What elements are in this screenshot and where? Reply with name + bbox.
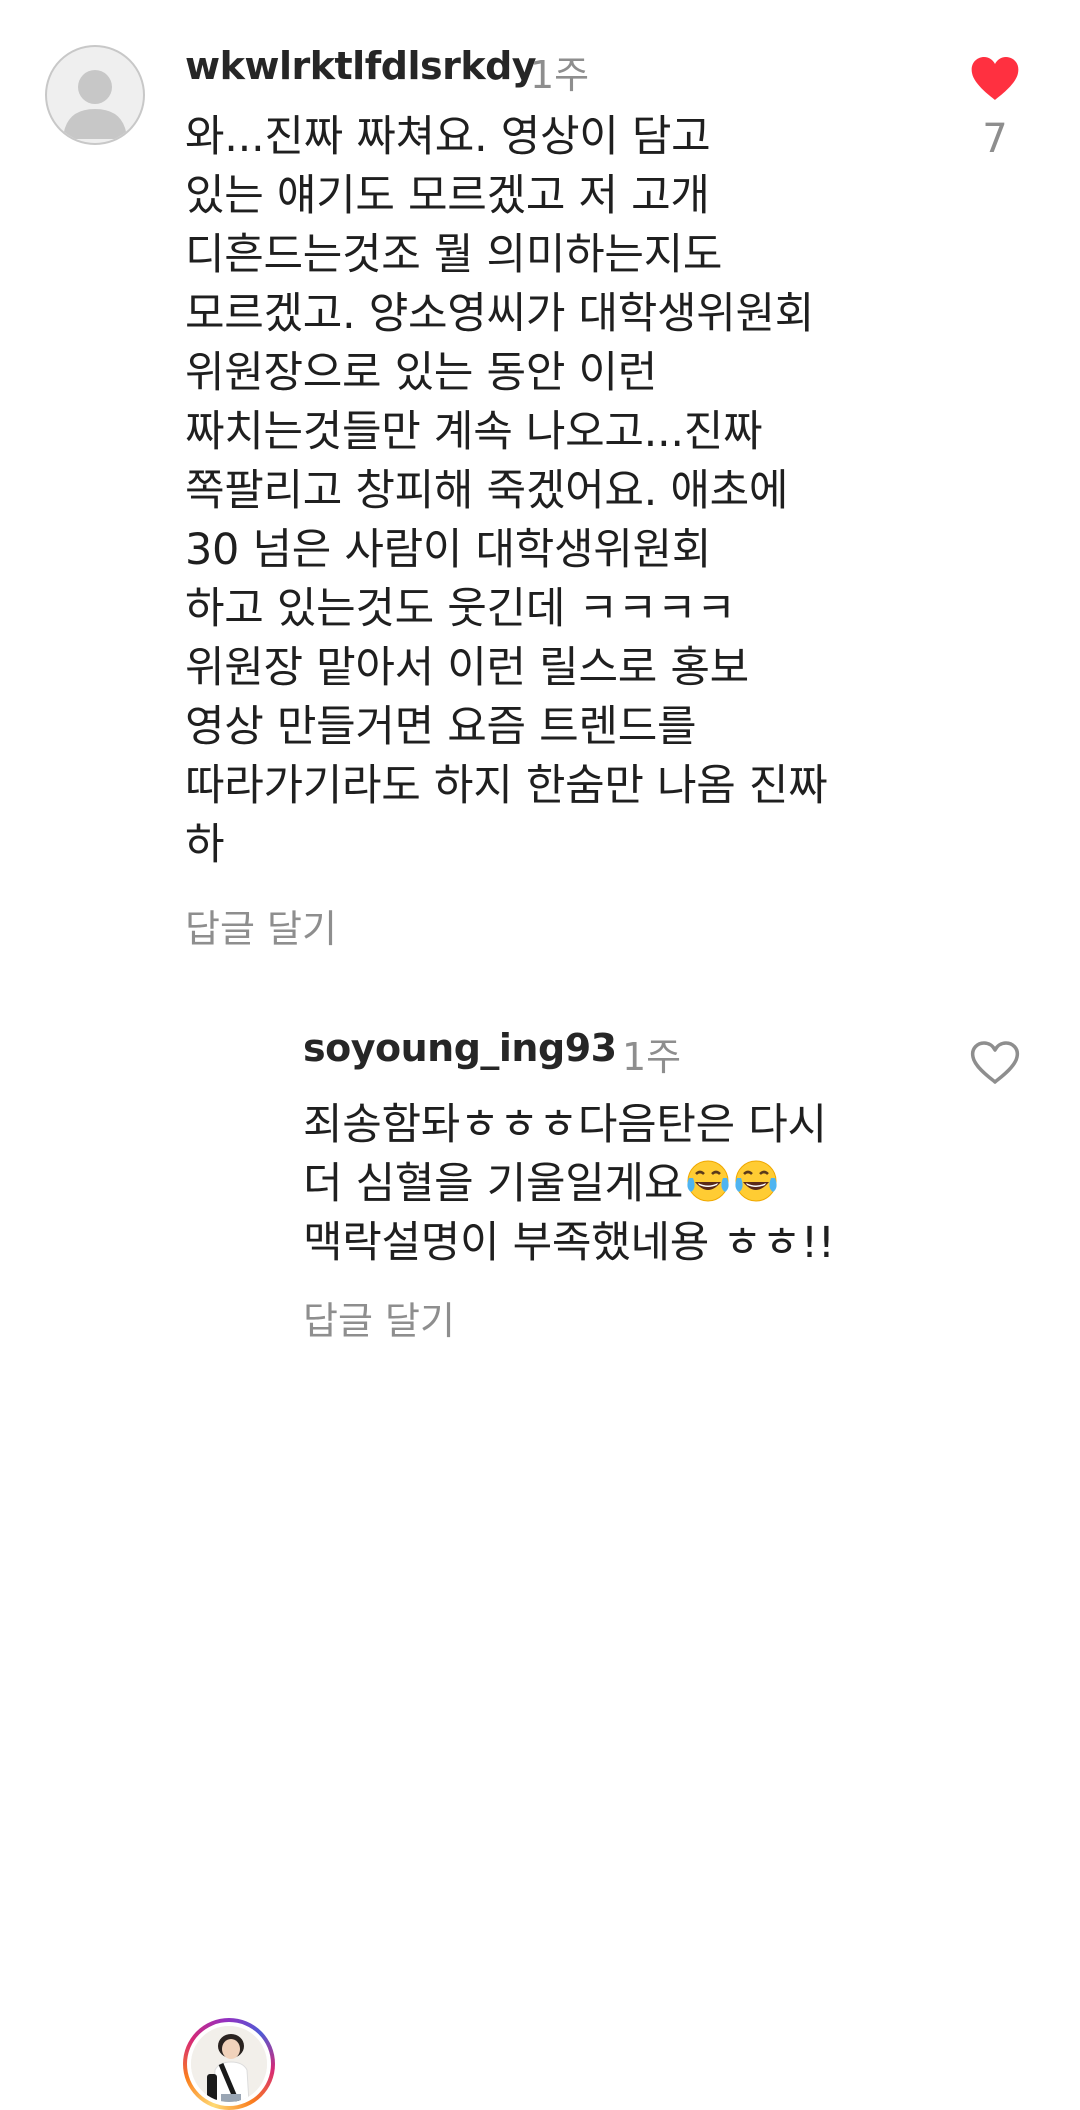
reply-line: 죄송함돠ㅎㅎㅎ다음탄은 다시 [303,1100,827,1150]
comment-line: 모르겠고. 양소영씨가 대학생위원회 [185,289,815,339]
heart-filled-icon [971,57,1019,100]
comment-line: 있는 얘기도 모르겠고 저 고개 [185,171,710,221]
comment-line: 위원장으로 있는 동안 이런 [185,348,657,398]
like-button[interactable] [970,56,1020,102]
comment-line: 영상 만들거면 요즘 트렌드를 [185,702,697,752]
reply-line-with-emoji: 더 심혈을 기울일게요 [303,1155,835,1214]
reply-timestamp: 1주 [622,1035,682,1079]
comment-timestamp: 1주 [530,53,590,97]
avatar-photo [191,2026,267,2102]
reply-username[interactable]: soyoung_ing93 [303,1026,617,1070]
comment-line: 와...진짜 짜쳐요. 영상이 담고 [185,112,711,162]
comment-line: 30 넘은 사람이 대학생위원회 [185,525,712,575]
story-avatar[interactable] [183,2018,275,2110]
comment-line: 디흔드는것조 뭘 의미하는지도 [185,230,723,280]
reply-button[interactable]: 답글 달기 [303,1290,455,1345]
person-photo-icon [191,2026,267,2102]
reply-text: 죄송함돠ㅎㅎㅎ다음탄은 다시 더 심혈을 기울일게요 맥락설명이 부족했네용 ㅎ… [303,1096,835,1273]
face-with-tears-of-joy-icon [735,1160,777,1202]
comment-username[interactable]: wkwlrktlfdlsrkdy [185,44,537,88]
reply-line-text: 더 심혈을 기울일게요 [303,1159,684,1209]
comment-line: 위원장 맡아서 이런 릴스로 홍보 [185,643,749,693]
reply-line: 맥락설명이 부족했네용 ㅎㅎ!! [303,1218,835,1268]
comment: wkwlrktlfdlsrkdy 1주 와...진짜 짜쳐요. 영상이 담고 있… [0,0,1080,980]
heart-outline-icon [970,1041,1020,1084]
like-count: 7 [982,116,1008,162]
comment-line: 짜치는것들만 계속 나오고...진짜 [185,407,763,457]
default-avatar[interactable] [45,45,145,145]
face-with-tears-of-joy-icon [687,1160,729,1202]
comment-line: 따라가기라도 하지 한숨만 나옴 진짜 [185,761,828,811]
comment-line: 하고 있는것도 웃긴데 ㅋㅋㅋㅋ [185,584,736,634]
comment-line: 하 [185,820,225,870]
like-button[interactable] [970,1040,1020,1086]
comment-line: 쪽팔리고 창피해 죽겠어요. 애초에 [185,466,789,516]
reply-comment: soyoung_ing93 1주 죄송함돠ㅎㅎㅎ다음탄은 다시 더 심혈을 기울… [0,1000,1080,2110]
default-avatar-icon [63,70,127,139]
comment-text: 와...진짜 짜쳐요. 영상이 담고 있는 얘기도 모르겠고 저 고개 디흔드는… [185,108,828,875]
reply-button[interactable]: 답글 달기 [185,898,337,953]
